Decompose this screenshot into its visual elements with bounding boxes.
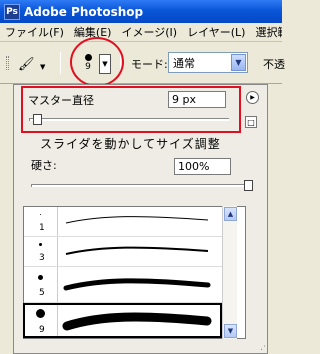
menu-image[interactable]: イメージ(I) (116, 24, 182, 40)
menu-layer[interactable]: レイヤー(L) (182, 24, 250, 40)
highlight-circle (70, 37, 124, 87)
selected-preset-highlight (23, 303, 222, 338)
menu-select[interactable]: 選択範 (250, 24, 282, 40)
preset-swatch: 1 (24, 207, 58, 236)
photoshop-icon: Ps (4, 3, 20, 20)
preset-swatch: 3 (24, 237, 58, 266)
hardness-input[interactable]: 100% (174, 158, 231, 175)
menu-file[interactable]: ファイル(F) (0, 24, 69, 40)
hardness-label: 硬さ: (31, 159, 57, 172)
chevron-down-icon[interactable]: ▼ (231, 54, 246, 71)
preset-swatch: 5 (24, 267, 58, 302)
preset-size: 5 (39, 288, 45, 298)
preset-list-scrollbar[interactable]: ▲ ▼ (222, 206, 237, 339)
hardness-slider-thumb[interactable] (244, 180, 253, 191)
panel-menu-button[interactable]: ▶ (246, 91, 259, 104)
stroke-preview (65, 216, 209, 224)
brush-tool-icon[interactable]: 🖌 (18, 57, 35, 72)
preset-row[interactable]: 5 (24, 267, 232, 303)
title-bar[interactable]: Ps Adobe Photoshop (0, 0, 282, 23)
mode-label: モード: (131, 58, 168, 71)
mode-value: 通常 (173, 56, 195, 70)
new-preset-icon[interactable]: □ (245, 116, 257, 128)
brush-dot-icon (40, 214, 41, 215)
scroll-down-icon[interactable]: ▼ (224, 324, 237, 338)
stroke-preview (65, 246, 209, 255)
preset-size: 1 (39, 223, 45, 233)
annotation-text: スライダを動かしてサイズ調整 (40, 137, 221, 151)
resize-grip-icon[interactable]: ⋰ (260, 342, 270, 352)
photoshop-window: Ps Adobe Photoshop ファイル(F) 編集(E) イメージ(I)… (0, 0, 285, 354)
preset-size: 3 (39, 253, 45, 263)
tool-preset-arrow-icon[interactable]: ▼ (40, 63, 45, 71)
separator (60, 52, 61, 74)
highlight-box (21, 86, 241, 133)
brush-dot-icon (38, 275, 43, 280)
options-bar: 🖌 ▼ 9 ▼ モード: 通常 ▼ 不透 (0, 42, 285, 84)
scroll-up-icon[interactable]: ▲ (224, 207, 237, 221)
hardness-slider[interactable] (31, 184, 253, 187)
opacity-label: 不透 (263, 58, 285, 71)
window-title: Adobe Photoshop (24, 4, 144, 19)
menu-bar: ファイル(F) 編集(E) イメージ(I) レイヤー(L) 選択範 (0, 23, 282, 42)
stroke-preview (63, 278, 211, 291)
brush-dot-icon (39, 243, 42, 246)
options-bar-grip[interactable] (6, 56, 9, 70)
preset-row[interactable]: 3 (24, 237, 232, 267)
preset-row[interactable]: 1 (24, 207, 232, 237)
mode-select[interactable]: 通常 ▼ (168, 52, 248, 73)
